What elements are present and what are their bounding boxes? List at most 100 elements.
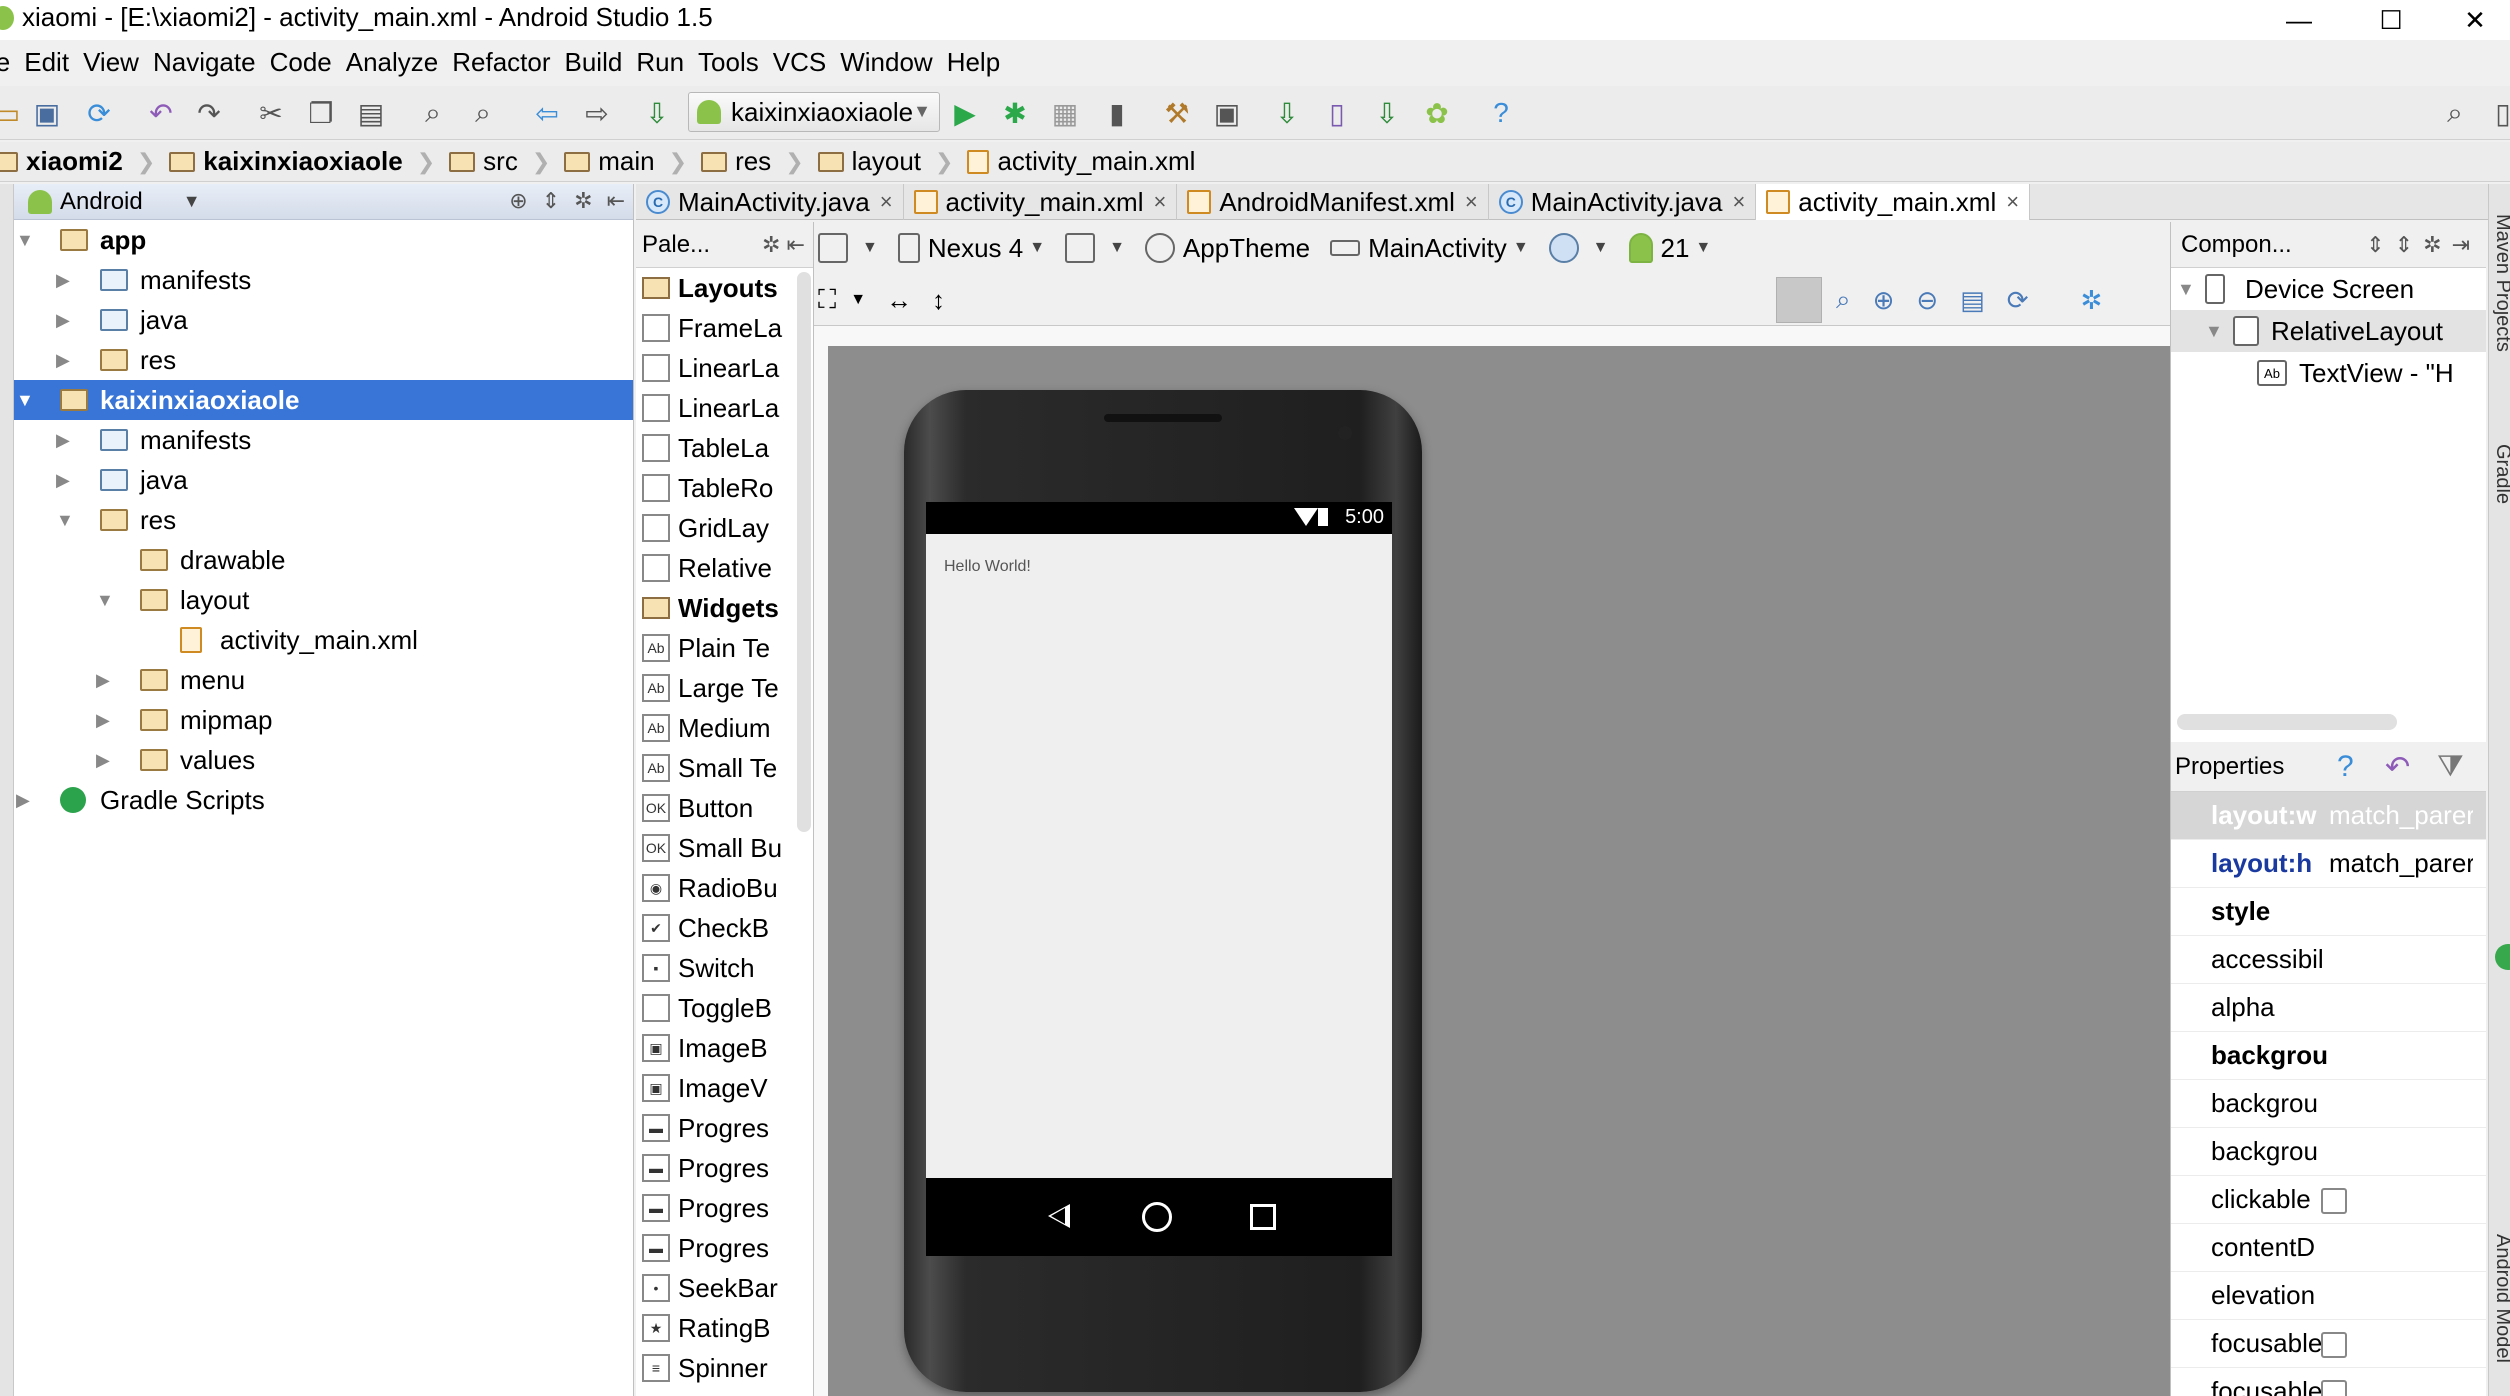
design-mode-button[interactable]: ▼ [818, 233, 878, 263]
property-checkbox[interactable] [2321, 1380, 2347, 1396]
tree-item[interactable]: ▼ layout [0, 580, 633, 620]
chevron-right-icon[interactable]: ▶ [96, 750, 110, 771]
menu-window[interactable]: Window [840, 47, 932, 78]
gear-icon[interactable]: ✲ [574, 188, 592, 214]
save-icon[interactable]: ▣ [30, 96, 64, 130]
device-selector[interactable]: Nexus 4 ▼ [897, 233, 1045, 264]
property-row[interactable]: backgrou [2171, 1080, 2486, 1128]
android-model-tab[interactable]: Android Model [2491, 1234, 2510, 1363]
palette-item[interactable]: OK Small Bu [636, 828, 813, 868]
chevron-down-icon[interactable]: ▼ [56, 510, 74, 531]
palette-item[interactable]: ToggleB [636, 988, 813, 1028]
zoom-actual-icon[interactable]: ⌕ [1836, 284, 1851, 316]
editor-tab[interactable]: C MainActivity.java × [1489, 184, 1757, 220]
find-icon[interactable]: ⌕ [416, 96, 450, 130]
expand-collapse-icons[interactable]: ⇕⇕✲⇥ [2366, 232, 2480, 258]
project-structure-icon[interactable]: ⚒ [1160, 96, 1194, 130]
hello-world-textview[interactable]: Hello World! [944, 558, 1031, 576]
component-textview[interactable]: Ab TextView - "H [2171, 352, 2486, 394]
sdk-manager-icon[interactable]: ▣ [1210, 96, 1244, 130]
property-checkbox[interactable] [2321, 1188, 2347, 1214]
palette-item[interactable]: Ab Plain Te [636, 628, 813, 668]
maximize-button[interactable]: ☐ [2356, 0, 2426, 40]
property-row[interactable]: focusable [2171, 1320, 2486, 1368]
minimize-button[interactable]: — [2264, 0, 2334, 40]
breadcrumb-item[interactable]: main ❯ [560, 142, 697, 182]
palette-item[interactable]: ▬ Progres [636, 1108, 813, 1148]
property-row[interactable]: elevation [2171, 1272, 2486, 1320]
palette-item[interactable]: Ab Large Te [636, 668, 813, 708]
palette-item[interactable]: ▣ ImageB [636, 1028, 813, 1068]
chevron-down-icon[interactable]: ▼ [16, 390, 34, 411]
menu-tools[interactable]: Tools [698, 47, 759, 78]
editor-tab[interactable]: AndroidManifest.xml × [1177, 184, 1489, 220]
run-icon[interactable]: ▶ [948, 96, 982, 130]
make-project-icon[interactable]: ⇩ [640, 96, 674, 130]
menu-analyze[interactable]: Analyze [346, 47, 439, 78]
palette-item[interactable]: ≡ Spinner [636, 1348, 813, 1388]
component-tree-scrollbar[interactable] [2177, 714, 2397, 730]
paste-icon[interactable]: ▤ [354, 96, 388, 130]
tree-item[interactable]: ▶ values [0, 740, 633, 780]
gear-icon[interactable]: ✲ ⇤ [762, 232, 805, 258]
property-value[interactable]: match_parer [2329, 848, 2473, 879]
editor-tab[interactable]: activity_main.xml × [1756, 184, 2031, 220]
zoom-out-icon[interactable]: ⊖ [1916, 285, 1938, 316]
screenshot-icon[interactable]: ▤ [1960, 285, 1985, 316]
avd-manager-icon[interactable]: ▯ [1320, 96, 1354, 130]
palette-item[interactable]: FrameLa [636, 308, 813, 348]
menu-edit[interactable]: Edit [24, 47, 69, 78]
editor-tab[interactable]: C MainActivity.java × [636, 184, 904, 220]
cut-icon[interactable]: ✂ [254, 96, 288, 130]
pan-zoom-toggle[interactable] [1776, 277, 1822, 323]
menu-build[interactable]: Build [565, 47, 623, 78]
property-row[interactable]: layout:h match_parer [2171, 840, 2486, 888]
close-tab-icon[interactable]: × [1153, 189, 1166, 215]
breadcrumb-item[interactable]: src ❯ [445, 142, 560, 182]
chevron-right-icon[interactable]: ▶ [56, 470, 70, 491]
chevron-down-icon[interactable]: ▼ [16, 230, 34, 251]
palette-item[interactable]: ★ RatingB [636, 1308, 813, 1348]
menu-help[interactable]: Help [947, 47, 1000, 78]
stop-icon[interactable]: ▮ [1100, 96, 1134, 130]
close-tab-icon[interactable]: × [1465, 189, 1478, 215]
chevron-right-icon[interactable]: ▶ [96, 670, 110, 691]
help-icon[interactable]: ? [2337, 750, 2354, 784]
chevron-right-icon[interactable]: ▶ [16, 790, 30, 811]
chevron-down-icon[interactable]: ▼ [2177, 279, 2195, 300]
property-row[interactable]: layout:w match_parer [2171, 792, 2486, 840]
android-icon[interactable]: ✿ [1420, 96, 1454, 130]
palette-scrollbar[interactable] [797, 272, 811, 832]
palette-item[interactable]: LinearLa [636, 388, 813, 428]
zoom-in-icon[interactable]: ⊕ [1873, 285, 1895, 316]
chevron-down-icon[interactable]: ▼ [183, 191, 201, 212]
tree-item[interactable]: ▼ res [0, 500, 633, 540]
breadcrumb-item[interactable]: activity_main.xml [963, 142, 1205, 182]
chevron-down-icon[interactable]: ▼ [850, 291, 866, 309]
close-tab-icon[interactable]: × [1732, 189, 1745, 215]
left-tool-window-strip[interactable] [0, 184, 14, 1396]
activity-selector[interactable]: MainActivity ▼ [1330, 233, 1529, 264]
fill-width-icon[interactable]: ↔ [886, 285, 912, 316]
replace-icon[interactable]: ⌕ [466, 96, 500, 130]
tree-item[interactable]: ▶ menu [0, 660, 633, 700]
chevron-right-icon[interactable]: ▶ [96, 710, 110, 731]
component-device-screen[interactable]: ▼ Device Screen [2171, 268, 2486, 310]
menu-refactor[interactable]: Refactor [452, 47, 550, 78]
property-row[interactable]: backgrou [2171, 1128, 2486, 1176]
scroll-from-source-icon[interactable]: ⊕ [509, 188, 527, 214]
palette-group[interactable]: Widgets [636, 588, 813, 628]
palette-item[interactable]: ▣ ImageV [636, 1068, 813, 1108]
run-configuration-dropdown[interactable]: kaixinxiaoxiaole ▼ [688, 92, 940, 132]
restore-default-icon[interactable]: ↶ [2385, 750, 2410, 785]
tree-item[interactable]: ▶ mipmap [0, 700, 633, 740]
menu-vcs[interactable]: VCS [773, 47, 826, 78]
tree-item[interactable]: ▼ kaixinxiaoxiaole [0, 380, 633, 420]
breadcrumb-item[interactable]: layout ❯ [814, 142, 964, 182]
fill-height-icon[interactable]: ↕ [932, 285, 945, 316]
tree-item[interactable]: ▶ java [0, 300, 633, 340]
close-tab-icon[interactable]: × [2006, 189, 2019, 215]
palette-item[interactable]: ▪ Switch [636, 948, 813, 988]
locale-selector[interactable]: ▼ [1548, 233, 1609, 263]
android-device-monitor-icon[interactable]: ⇩ [1370, 96, 1404, 130]
